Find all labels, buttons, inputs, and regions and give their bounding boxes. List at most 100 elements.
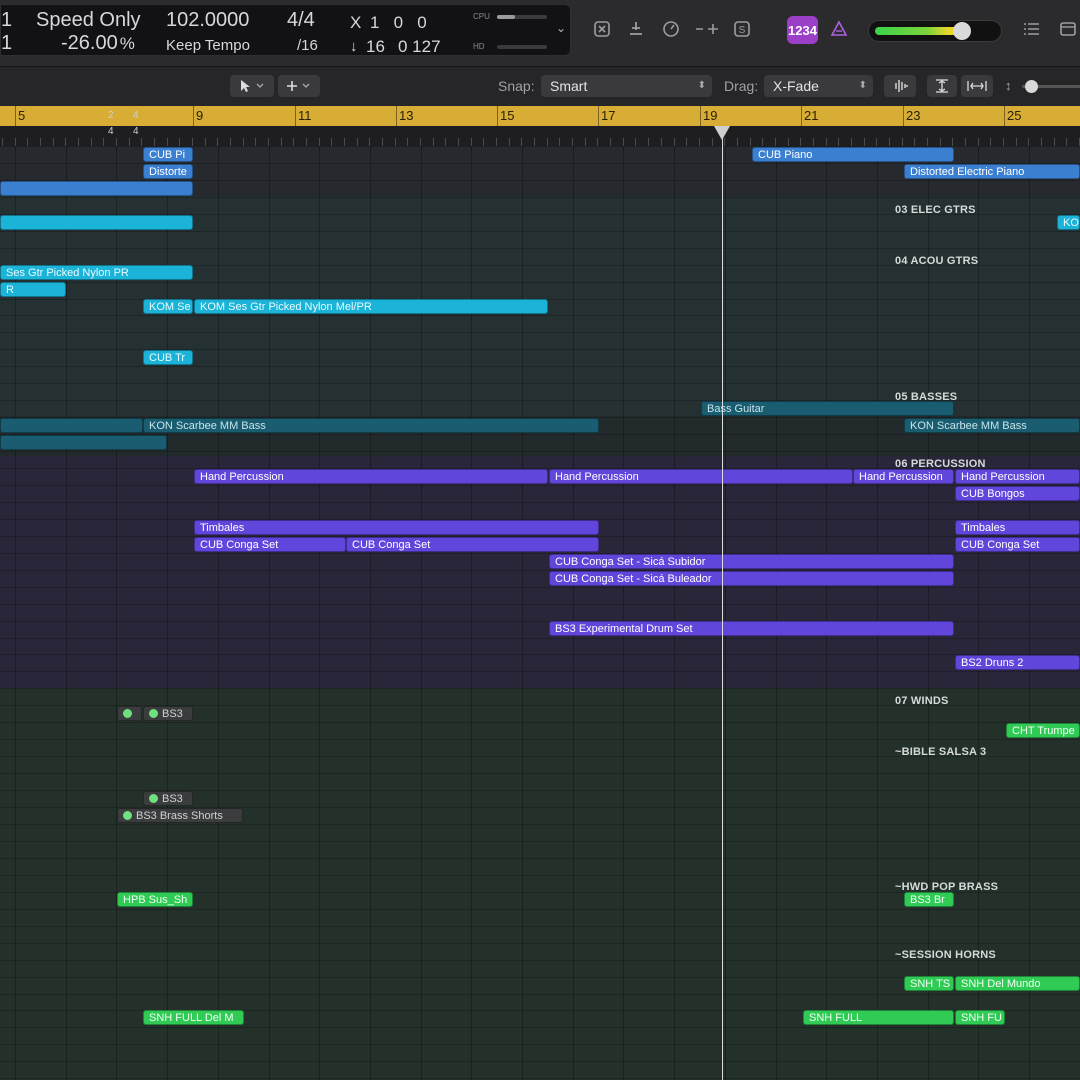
region[interactable]: CUB Conga Set <box>955 537 1080 552</box>
folder-track-label[interactable]: 06 PERCUSSION <box>895 458 986 470</box>
lcd-display[interactable]: 1 1 Speed Only -26.00% 102.0000 Keep Tem… <box>0 4 571 56</box>
ruler-beat-tick <box>750 138 751 146</box>
region[interactable]: KON <box>1057 215 1080 230</box>
playhead-line[interactable] <box>722 126 723 1080</box>
position-bar[interactable]: 1 <box>1 9 12 32</box>
waveform-zoom-button[interactable] <box>884 75 916 97</box>
region[interactable]: Ses Gtr Picked Nylon PR <box>0 265 193 280</box>
region[interactable]: SNH TS <box>904 976 954 991</box>
tempo-value[interactable]: 102.0000 <box>166 9 249 32</box>
region[interactable] <box>117 706 142 721</box>
region[interactable]: Timbales <box>194 520 599 535</box>
folder-track-label[interactable]: ~BIBLE SALSA 3 <box>895 746 986 758</box>
track-zoom-knob[interactable] <box>1025 80 1038 93</box>
folder-track-label[interactable]: 05 BASSES <box>895 391 957 403</box>
region[interactable]: CUB Tr <box>143 350 193 365</box>
division[interactable]: /16 <box>297 37 318 54</box>
region[interactable]: SNH FU <box>955 1010 1005 1025</box>
region[interactable]: BS2 Druns 2 <box>955 655 1080 670</box>
snap-select[interactable]: Smart ⬍ <box>541 75 712 97</box>
region[interactable]: CUB Conga Set <box>194 537 346 552</box>
tuning-fork-button[interactable] <box>826 16 852 42</box>
region[interactable] <box>0 181 193 196</box>
region[interactable] <box>0 215 193 230</box>
region[interactable]: CHT Trumpe <box>1006 723 1080 738</box>
region[interactable]: CUB Bongos <box>955 486 1080 501</box>
region[interactable]: CUB Conga Set <box>346 537 599 552</box>
folder-track-label[interactable]: ~SESSION HORNS <box>895 949 996 961</box>
vertical-zoom-button[interactable] <box>927 75 957 97</box>
region-label: BS3 Experimental Drum Set <box>555 623 693 635</box>
ruler-beat-tick <box>876 138 877 146</box>
region[interactable]: BS3 Brass Shorts <box>117 808 243 823</box>
ruler-bar-tick <box>903 106 904 126</box>
region[interactable]: Hand Percussion <box>194 469 548 484</box>
track-row-line <box>0 926 1080 927</box>
region[interactable]: BS3 <box>143 706 193 721</box>
region[interactable]: CUB Conga Set - Sicá Subidor <box>549 554 954 569</box>
ruler-beat-tick <box>927 138 928 146</box>
varispeed-mode[interactable]: Speed Only <box>36 9 141 32</box>
tracks-area[interactable]: CUB Pi CUB Piano Distorte Distorted Electri… <box>0 146 1080 1080</box>
folder-track-label[interactable]: 03 ELEC GTRS <box>895 204 976 216</box>
grid-line <box>319 146 320 1080</box>
metronome-button[interactable] <box>658 16 684 42</box>
key-c[interactable]: 0 127 <box>398 37 441 57</box>
varispeed-value[interactable]: -26.00% <box>61 32 135 55</box>
horizontal-zoom-button[interactable] <box>961 75 993 97</box>
drag-select[interactable]: X-Fade ⬍ <box>764 75 873 97</box>
region[interactable]: SNH FULL Del M <box>143 1010 244 1025</box>
region[interactable]: Distorted Electric Piano <box>904 164 1080 179</box>
ruler-beat-tick <box>737 138 738 146</box>
region[interactable] <box>0 418 143 433</box>
region-label: SNH Del Mundo <box>961 978 1041 990</box>
folder-track-label[interactable]: 04 ACOU GTRS <box>895 255 978 267</box>
region[interactable]: CUB Pi <box>143 147 193 162</box>
region[interactable]: CUB Piano <box>752 147 954 162</box>
key-values[interactable]: 1 0 0 <box>370 13 427 33</box>
region[interactable]: HPB Sus_Sh <box>117 892 193 907</box>
region[interactable]: Distorte <box>143 164 193 179</box>
playhead-handle[interactable] <box>714 126 730 140</box>
pointer-tool-button[interactable] <box>230 75 274 97</box>
minus-plus-button[interactable] <box>692 16 722 42</box>
region[interactable]: BS3 Experimental Drum Set <box>549 621 954 636</box>
folder-track-label[interactable]: ~HWD POP BRASS <box>895 881 998 893</box>
region[interactable]: KOM Ses Gtr Picked Nylon Mel/PR <box>194 299 548 314</box>
region-label: CUB Conga Set <box>200 539 279 551</box>
region[interactable]: R <box>0 282 66 297</box>
position-beat[interactable]: 1 <box>1 32 12 55</box>
notepad-button[interactable] <box>1055 16 1080 42</box>
region[interactable]: Hand Percussion <box>549 469 853 484</box>
replace-button[interactable] <box>589 16 615 42</box>
region[interactable]: CUB Conga Set - Sicá Buleador <box>549 571 954 586</box>
region[interactable]: Hand Percussion <box>853 469 954 484</box>
region[interactable]: KON Scarbee MM Bass <box>143 418 599 433</box>
key-b[interactable]: 16 <box>366 37 385 57</box>
tuner-button[interactable] <box>623 16 649 42</box>
count-in-button[interactable]: 1234 <box>787 16 818 44</box>
region[interactable]: BS3 <box>143 791 193 806</box>
region[interactable]: SNH FULL <box>803 1010 954 1025</box>
region[interactable]: BS3 Br <box>904 892 954 907</box>
ruler-beat-tick <box>940 138 941 146</box>
time-signature[interactable]: 4/4 <box>287 9 315 32</box>
region-label: Ses Gtr Picked Nylon PR <box>6 267 129 279</box>
bar-ruler[interactable]: 5 9 11 13 15 17 19 21 23 25 2 4 4 4 <box>0 106 1080 146</box>
region[interactable]: KON Scarbee MM Bass <box>904 418 1080 433</box>
track-zoom-slider[interactable] <box>1022 80 1080 93</box>
secondary-tool-button[interactable] <box>278 75 320 97</box>
folder-track-label[interactable]: 07 WINDS <box>895 695 949 707</box>
tempo-mode[interactable]: Keep Tempo <box>166 37 250 54</box>
region[interactable]: Bass Guitar <box>701 401 954 416</box>
region[interactable] <box>0 435 167 450</box>
solo-button[interactable]: S <box>729 16 755 42</box>
region[interactable]: Timbales <box>955 520 1080 535</box>
region[interactable]: KOM Se <box>143 299 193 314</box>
master-volume-knob[interactable] <box>953 22 972 40</box>
lcd-chevron-down-icon[interactable]: ⌄ <box>556 21 566 35</box>
region[interactable]: SNH Del Mundo <box>955 976 1080 991</box>
list-editors-button[interactable] <box>1019 16 1045 42</box>
region[interactable]: Hand Percussion <box>955 469 1080 484</box>
master-volume-slider[interactable] <box>868 20 1002 42</box>
